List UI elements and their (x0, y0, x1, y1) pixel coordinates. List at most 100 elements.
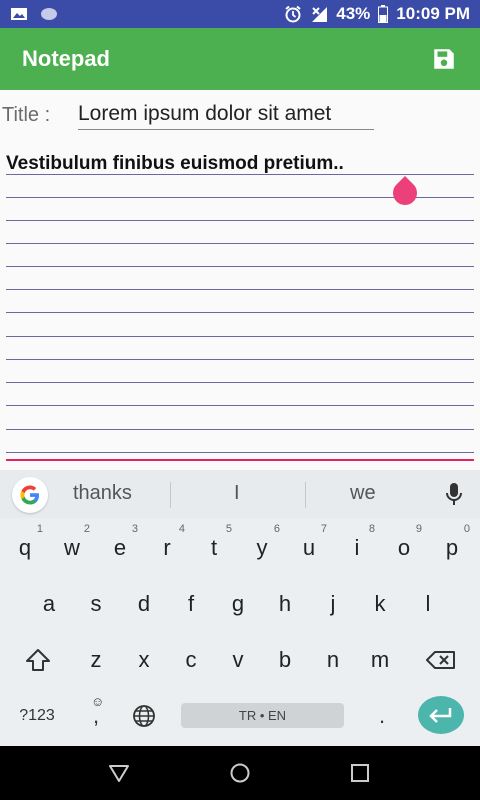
title-input[interactable]: Lorem ipsum dolor sit amet (78, 102, 374, 130)
key-hint: 8 (368, 523, 375, 535)
app-bar: Notepad (0, 28, 480, 90)
key-hint: 9 (415, 523, 422, 535)
status-bar: 43% 10:09 PM (0, 0, 480, 28)
key-u[interactable]: u7 (287, 522, 331, 574)
ruled-line (6, 405, 474, 406)
key-o[interactable]: o9 (382, 522, 426, 574)
suggestion-divider (170, 482, 171, 508)
home-icon[interactable] (229, 762, 251, 784)
circle-icon (41, 8, 57, 20)
battery-icon (378, 5, 389, 23)
key-n[interactable]: n (311, 634, 355, 686)
google-icon[interactable] (12, 477, 48, 513)
key-b[interactable]: b (263, 634, 307, 686)
shift-key[interactable] (16, 634, 60, 686)
key-g[interactable]: g (216, 578, 260, 630)
status-left (10, 7, 58, 21)
ruled-line (6, 336, 474, 337)
key-v[interactable]: v (216, 634, 260, 686)
image-icon (11, 8, 27, 20)
battery-percent: 43% (336, 4, 371, 23)
key-label: y (256, 535, 268, 560)
ruled-line (6, 243, 474, 244)
ruled-line (6, 382, 474, 383)
key-c[interactable]: c (169, 634, 213, 686)
key-hint: 3 (131, 523, 138, 535)
key-i[interactable]: i8 (335, 522, 379, 574)
key-d[interactable]: d (122, 578, 166, 630)
key-m[interactable]: m (358, 634, 402, 686)
ruled-line (6, 429, 474, 430)
key-q[interactable]: q1 (3, 522, 47, 574)
key-y[interactable]: y6 (240, 522, 284, 574)
ruled-line (6, 312, 474, 313)
key-hint: 0 (463, 523, 470, 535)
ruled-line (6, 452, 474, 453)
backspace-icon (426, 651, 455, 669)
key-t[interactable]: t5 (192, 522, 236, 574)
space-key[interactable]: TR • EN (181, 703, 344, 728)
suggestion-3[interactable]: we (350, 482, 376, 505)
save-icon (434, 49, 454, 69)
key-hint: 6 (273, 523, 280, 535)
title-label: Title : (2, 104, 51, 126)
key-r[interactable]: r4 (145, 522, 189, 574)
shift-icon (26, 649, 50, 671)
recents-icon[interactable] (349, 762, 371, 784)
backspace-key[interactable] (418, 634, 464, 686)
language-key[interactable] (122, 690, 166, 742)
suggestion-divider (305, 482, 306, 508)
key-label: o (397, 535, 411, 560)
google-g-icon (20, 485, 39, 505)
title-row: Title : Lorem ipsum dolor sit amet (0, 98, 480, 138)
keyboard: thanks I we q1 w2 e3 r4 t5 y6 u7 i8 o9 p… (0, 470, 480, 746)
signal-icon (312, 7, 328, 22)
ruled-line (6, 289, 474, 290)
enter-icon (429, 708, 452, 723)
key-j[interactable]: j (311, 578, 355, 630)
key-x[interactable]: x (122, 634, 166, 686)
note-body[interactable]: Vestibulum finibus euismod pretium.. (0, 150, 480, 465)
app-title: Notepad (22, 46, 110, 71)
back-icon[interactable] (108, 762, 130, 784)
clock: 10:09 PM (396, 4, 470, 23)
key-hint: 1 (36, 523, 43, 535)
suggestion-bar: thanks I we (0, 470, 480, 518)
text-cursor-handle[interactable] (388, 176, 422, 210)
key-k[interactable]: k (358, 578, 402, 630)
key-hint: 4 (178, 523, 185, 535)
emoji-comma-key[interactable]: ☺ , (74, 690, 118, 742)
symbols-key[interactable]: ?123 (8, 690, 66, 742)
key-a[interactable]: a (27, 578, 71, 630)
status-right: 43% 10:09 PM (284, 4, 470, 24)
key-label: u (302, 535, 316, 560)
key-hint: 5 (225, 523, 232, 535)
emoji-icon: ☺ (91, 694, 105, 709)
key-e[interactable]: e3 (98, 522, 142, 574)
save-button[interactable] (430, 45, 458, 73)
mic-icon[interactable] (444, 482, 464, 508)
enter-key[interactable] (418, 696, 464, 734)
key-h[interactable]: h (263, 578, 307, 630)
key-label: w (64, 535, 80, 560)
period-key[interactable]: . (360, 690, 404, 742)
key-label: e (113, 535, 127, 560)
key-w[interactable]: w2 (50, 522, 94, 574)
key-p[interactable]: p0 (430, 522, 474, 574)
suggestion-2[interactable]: I (234, 482, 240, 505)
ruled-line (6, 359, 474, 360)
ruled-line (6, 220, 474, 221)
key-hint: 7 (320, 523, 327, 535)
note-body-text: Vestibulum finibus euismod pretium.. (6, 153, 344, 174)
ruled-line (6, 266, 474, 267)
key-hint: 2 (83, 523, 90, 535)
key-label: i (354, 535, 360, 560)
key-f[interactable]: f (169, 578, 213, 630)
key-label: q (18, 535, 32, 560)
key-l[interactable]: l (406, 578, 450, 630)
key-label: r (163, 535, 171, 560)
key-s[interactable]: s (74, 578, 118, 630)
suggestion-1[interactable]: thanks (73, 482, 132, 505)
alarm-icon (285, 5, 301, 23)
key-label: t (210, 535, 218, 560)
